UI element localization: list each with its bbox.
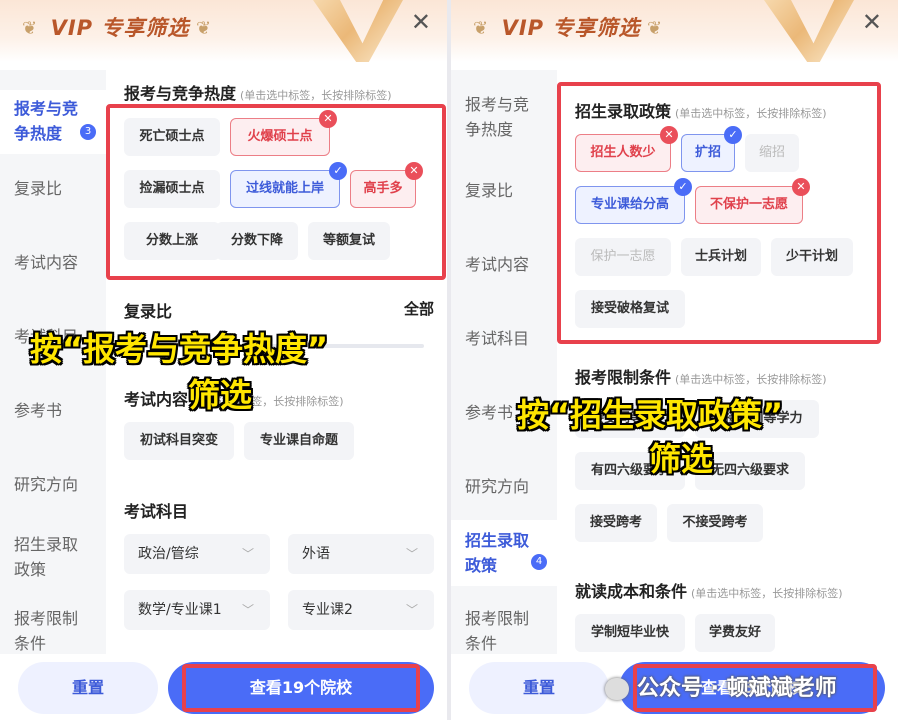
sidebar-item-label: 报考限制条件 xyxy=(14,609,79,653)
tag-low-tuition[interactable]: 学费友好 xyxy=(695,614,775,652)
section-title: 考试科目 xyxy=(124,502,189,521)
sidebar-item-label: 复录比 xyxy=(465,181,514,200)
select-value: 外语 xyxy=(302,546,330,562)
sidebar-item-label: 研究方向 xyxy=(14,475,79,494)
sidebar-item-label: 考试内容 xyxy=(14,253,79,272)
sidebar-item-label: 招生录取政策 xyxy=(465,531,530,575)
chevron-down-icon: ﹀ xyxy=(241,547,254,561)
section-title-text: 考试内容 xyxy=(124,390,189,409)
sidebar-item-competition[interactable]: 报考与竞争热度 xyxy=(451,92,557,142)
sidebar-item-label: 考试内容 xyxy=(465,255,530,274)
laurel-right-icon: ❦ xyxy=(647,18,663,39)
select-value: 数学/专业课1 xyxy=(138,602,222,618)
sidebar-item-research[interactable]: 研究方向 xyxy=(0,472,106,497)
wechat-icon xyxy=(605,678,629,700)
sidebar-item-ratio[interactable]: 复录比 xyxy=(451,178,557,203)
watermark-text: 公众号 · 顿斌斌老师 xyxy=(637,676,837,701)
close-icon[interactable]: ✕ xyxy=(411,10,431,34)
sidebar-item-label: 考试科目 xyxy=(465,329,530,348)
section-hint: (单击选中标签，长按排除标签) xyxy=(691,587,843,600)
select-language[interactable]: 外语 ﹀ xyxy=(288,534,434,574)
highlight-box xyxy=(106,104,446,280)
sidebar: 报考与竞争热度 复录比 考试内容 考试科目 参考书 研究方向 招生录取政策 4 … xyxy=(451,70,557,660)
chevron-down-icon: ﹀ xyxy=(405,547,418,561)
section-title: 就读成本和条件 (单击选中标签，长按排除标签) xyxy=(575,578,843,602)
highlight-box xyxy=(557,82,881,344)
ratio-value: 全部 xyxy=(404,300,435,318)
sidebar-item-label: 报考与竞争热度 xyxy=(14,99,79,143)
sidebar-item-label: 参考书 xyxy=(14,401,63,420)
sidebar-item-books[interactable]: 参考书 xyxy=(0,398,106,423)
close-icon[interactable]: ✕ xyxy=(862,10,882,34)
caption-line1: 按“报考与竞争热度” xyxy=(30,330,329,368)
select-math[interactable]: 数学/专业课1 ﹀ xyxy=(124,590,270,630)
sidebar-item-research[interactable]: 研究方向 xyxy=(451,474,557,499)
tag-no-cross-major[interactable]: 不接受跨考 xyxy=(667,504,763,542)
section-hint: (单击选中标签，长按排除标签) xyxy=(675,373,827,386)
reset-button[interactable]: 重置 xyxy=(469,662,609,714)
sidebar-item-competition[interactable]: 报考与竞争热度 3 xyxy=(0,90,106,154)
sidebar-item-exam-content[interactable]: 考试内容 xyxy=(0,250,106,275)
tag-self-proposed[interactable]: 专业课自命题 xyxy=(244,422,354,460)
watermark: 公众号 · 顿斌斌老师 xyxy=(605,670,837,702)
select-major2[interactable]: 专业课2 ﹀ xyxy=(288,590,434,630)
sidebar-item-label: 复录比 xyxy=(14,179,63,198)
select-politics[interactable]: 政治/管综 ﹀ xyxy=(124,534,270,574)
sidebar-item-label: 研究方向 xyxy=(465,477,530,496)
caption-line2: 筛选 xyxy=(188,376,253,414)
section-title: 报考限制条件 (单击选中标签，长按排除标签) xyxy=(575,364,827,388)
caption-line1: 按“招生录取政策” xyxy=(517,396,784,434)
laurel-right-icon: ❦ xyxy=(196,18,212,39)
left-filter-panel: ❦ VIP 专享筛选 ❦ ✕ 报考与竞争热度 3 复录比 考试内容 考试科目 参… xyxy=(0,0,447,720)
tag-subject-change[interactable]: 初试科目突变 xyxy=(124,422,234,460)
sidebar-item-ratio[interactable]: 复录比 xyxy=(0,176,106,201)
vip-v-logo-icon xyxy=(313,0,403,62)
header: ❦ VIP 专享筛选 ❦ ✕ xyxy=(0,0,447,62)
section-title-text: 就读成本和条件 xyxy=(575,582,688,601)
reset-button[interactable]: 重置 xyxy=(18,662,158,714)
sidebar-item-label: 招生录取政策 xyxy=(14,535,79,579)
header: ❦ VIP 专享筛选 ❦ ✕ xyxy=(451,0,898,62)
count-badge: 4 xyxy=(531,554,547,570)
section-title: 复录比 xyxy=(124,302,173,321)
sidebar-item-label: 报考与竞争热度 xyxy=(465,95,530,139)
count-badge: 3 xyxy=(80,124,96,140)
chevron-down-icon: ﹀ xyxy=(405,603,418,617)
tag-short-program[interactable]: 学制短毕业快 xyxy=(575,614,685,652)
sidebar-item-restrictions[interactable]: 报考限制条件 xyxy=(0,606,106,656)
tag-cross-major[interactable]: 接受跨考 xyxy=(575,504,657,542)
section-title: 报考与竞争热度 (单击选中标签，长按排除标签) xyxy=(124,80,392,104)
section-title-text: 报考与竞争热度 xyxy=(124,84,237,103)
sidebar-item-exam-subjects[interactable]: 考试科目 xyxy=(451,326,557,351)
section-hint: (单击选中标签，长按排除标签) xyxy=(240,89,392,102)
sidebar-item-admission[interactable]: 招生录取政策 4 xyxy=(451,520,557,586)
chevron-down-icon: ﹀ xyxy=(241,603,254,617)
select-value: 政治/管综 xyxy=(138,546,199,562)
select-value: 专业课2 xyxy=(302,602,353,618)
vip-v-logo-icon xyxy=(764,0,854,62)
sidebar-item-exam-content[interactable]: 考试内容 xyxy=(451,252,557,277)
highlight-box xyxy=(182,664,420,712)
sidebar-item-restrictions[interactable]: 报考限制条件 xyxy=(451,606,557,656)
sidebar-item-label: 报考限制条件 xyxy=(465,609,530,653)
right-filter-panel: ❦ VIP 专享筛选 ❦ ✕ 报考与竞争热度 复录比 考试内容 考试科目 参考书… xyxy=(451,0,898,720)
caption-line2: 筛选 xyxy=(649,440,714,478)
screenshot: ❦ VIP 专享筛选 ❦ ✕ 报考与竞争热度 3 复录比 考试内容 考试科目 参… xyxy=(0,0,898,720)
sidebar-item-admission[interactable]: 招生录取政策 xyxy=(0,532,106,582)
section-title-text: 报考限制条件 xyxy=(575,368,672,387)
